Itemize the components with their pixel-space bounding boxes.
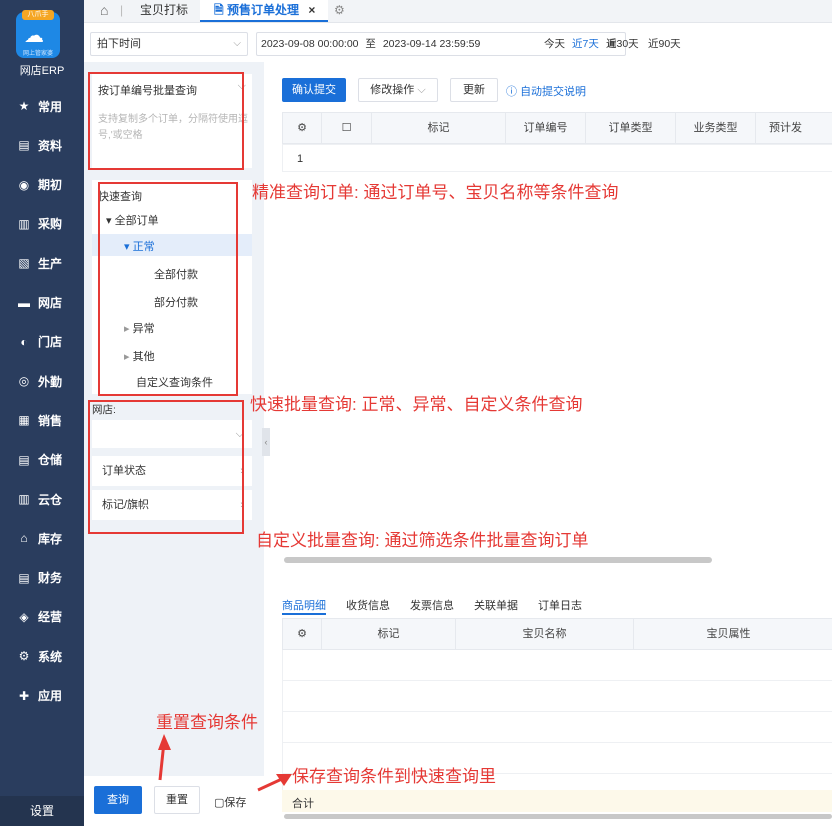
arrow-reset-head xyxy=(158,734,171,750)
annotation-arrows xyxy=(158,734,292,792)
